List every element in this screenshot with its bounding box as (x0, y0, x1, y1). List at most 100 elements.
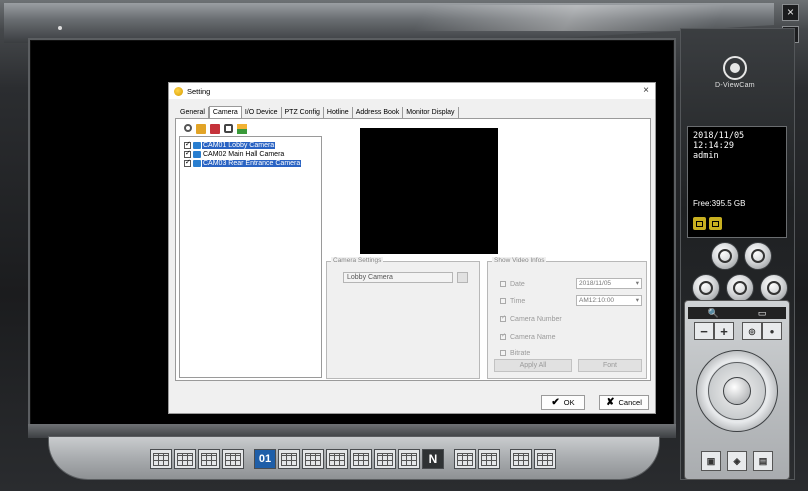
zoom-out-button[interactable]: − (694, 322, 714, 340)
playback-button[interactable] (744, 242, 772, 270)
dialog-close-button[interactable]: × (643, 85, 649, 96)
add-folder-icon[interactable] (196, 124, 206, 134)
layout-selector-bar: 01 N (150, 449, 556, 471)
camera-icon (193, 160, 201, 167)
time-checkbox[interactable] (500, 298, 506, 304)
date-format-select[interactable]: 2018/11/05 (576, 278, 642, 289)
auto-pan-button[interactable]: ▤ (753, 451, 773, 471)
status-info-box: 2018/11/05 12:14:29 admin Free:395.5 GB (687, 126, 787, 238)
date-checkbox[interactable] (500, 281, 506, 287)
camera-item-cam03[interactable]: CAM03 Rear Entrance Camera (184, 158, 302, 168)
grid-icon (281, 452, 297, 466)
focus-far-button[interactable]: ● (762, 322, 782, 340)
font-button[interactable]: Font (578, 359, 642, 372)
camera-number-checkbox[interactable] (500, 314, 506, 322)
time-label: Time (510, 297, 526, 305)
speaker-icon[interactable] (709, 217, 722, 230)
focus-far-icon: ● (769, 326, 775, 336)
apply-all-button[interactable]: Apply All (494, 359, 572, 372)
layout-quad-button[interactable] (278, 449, 300, 469)
layout-split-1-button[interactable] (150, 449, 172, 469)
camera-settings-icon[interactable] (224, 124, 233, 133)
camera-name-browse-button[interactable] (457, 272, 468, 283)
camera-checkbox[interactable] (184, 158, 191, 167)
camera-label: CAM01 Lobby Camera (202, 142, 276, 149)
camera-name-checkbox[interactable] (500, 332, 506, 340)
camera-checkbox[interactable] (184, 149, 191, 158)
tab-hotline[interactable]: Hotline (324, 107, 353, 118)
camera-checkbox[interactable] (184, 140, 191, 149)
setting-dialog: Setting × General Camera I/O Device PTZ … (168, 82, 656, 414)
setting-icon (174, 86, 183, 96)
layout-13-button[interactable] (374, 449, 396, 469)
rotate-button[interactable] (534, 449, 556, 469)
cross-icon: ✘ (606, 397, 615, 408)
bitrate-label: Bitrate (510, 349, 531, 357)
layout-8-button[interactable] (326, 449, 348, 469)
search-icon[interactable] (184, 124, 192, 132)
camera-item-cam02[interactable]: CAM02 Main Hall Camera (184, 149, 285, 159)
grid-icon (401, 452, 417, 466)
logo-text: D-ViewCam (715, 82, 755, 89)
time-option[interactable]: Time (500, 296, 525, 306)
camera-label: CAM03 Rear Entrance Camera (202, 160, 302, 167)
alarm-icon (733, 281, 747, 295)
sequence-button[interactable] (510, 449, 532, 469)
grid-icon (177, 452, 193, 466)
tab-address-book[interactable]: Address Book (353, 107, 404, 118)
remove-folder-icon[interactable] (210, 124, 220, 134)
focus-near-button[interactable]: ◎ (742, 322, 762, 340)
grid-icon (225, 452, 241, 466)
grid-icon (377, 452, 393, 466)
grid-icon (353, 452, 369, 466)
layout-split-2-button[interactable] (174, 449, 196, 469)
layout-6-button[interactable] (302, 449, 324, 469)
tab-ptz-config[interactable]: PTZ Config (282, 107, 324, 118)
layout-16-button[interactable] (398, 449, 420, 469)
zoom-icon: 🔍 (707, 307, 719, 318)
preset-icon: ▣ (706, 455, 716, 466)
ok-button[interactable]: ✔ OK (541, 395, 585, 410)
layout-pip-button[interactable] (454, 449, 476, 469)
ptz-home-button[interactable] (723, 377, 751, 405)
tab-monitor-display[interactable]: Monitor Display (403, 107, 459, 118)
add-camera-icon[interactable] (237, 124, 247, 134)
dialog-title: Setting (187, 86, 211, 96)
record-button[interactable] (711, 242, 739, 270)
camera-item-cam01[interactable]: CAM01 Lobby Camera (184, 140, 276, 150)
focus-near-icon: ◎ (748, 326, 756, 336)
alarm-button[interactable] (726, 274, 754, 302)
bitrate-option[interactable]: Bitrate (500, 348, 530, 358)
layout-split-3-button[interactable] (198, 449, 220, 469)
patrol-icon: ◈ (733, 455, 741, 466)
layout-full-button[interactable] (478, 449, 500, 469)
preset-button[interactable]: ▣ (701, 451, 721, 471)
time-format-select[interactable]: AM12:10:00 (576, 295, 642, 306)
layout-9-button[interactable] (350, 449, 372, 469)
camera-name-option[interactable]: Camera Name (500, 332, 556, 342)
layout-single-button[interactable]: 01 (254, 449, 276, 469)
grid-icon (305, 452, 321, 466)
layout-split-4-button[interactable] (222, 449, 244, 469)
show-video-infos-group: Show Video Infos Date 2018/11/05 Time AM… (487, 257, 647, 379)
camera-name-field[interactable]: Lobby Camera (343, 272, 453, 283)
snapshot-icon (699, 281, 713, 295)
cancel-button[interactable]: ✘ Cancel (599, 395, 649, 410)
settings-button[interactable] (760, 274, 788, 302)
tab-io-device[interactable]: I/O Device (242, 107, 282, 118)
tab-camera[interactable]: Camera (208, 106, 242, 118)
dialog-title-bar: Setting × (169, 83, 655, 99)
snapshot-button[interactable] (692, 274, 720, 302)
bitrate-checkbox[interactable] (500, 350, 506, 356)
check-icon: ✔ (551, 397, 560, 408)
camera-number-option[interactable]: Camera Number (500, 314, 562, 324)
free-space: Free:395.5 GB (693, 199, 746, 208)
monitor-icon[interactable] (693, 217, 706, 230)
minus-icon: − (700, 323, 708, 339)
patrol-button[interactable]: ◈ (727, 451, 747, 471)
layout-n-button[interactable]: N (422, 449, 444, 469)
tab-general[interactable]: General (177, 107, 209, 118)
zoom-in-button[interactable]: + (714, 322, 734, 340)
window-close-button[interactable]: × (782, 4, 799, 21)
date-option[interactable]: Date (500, 279, 525, 289)
